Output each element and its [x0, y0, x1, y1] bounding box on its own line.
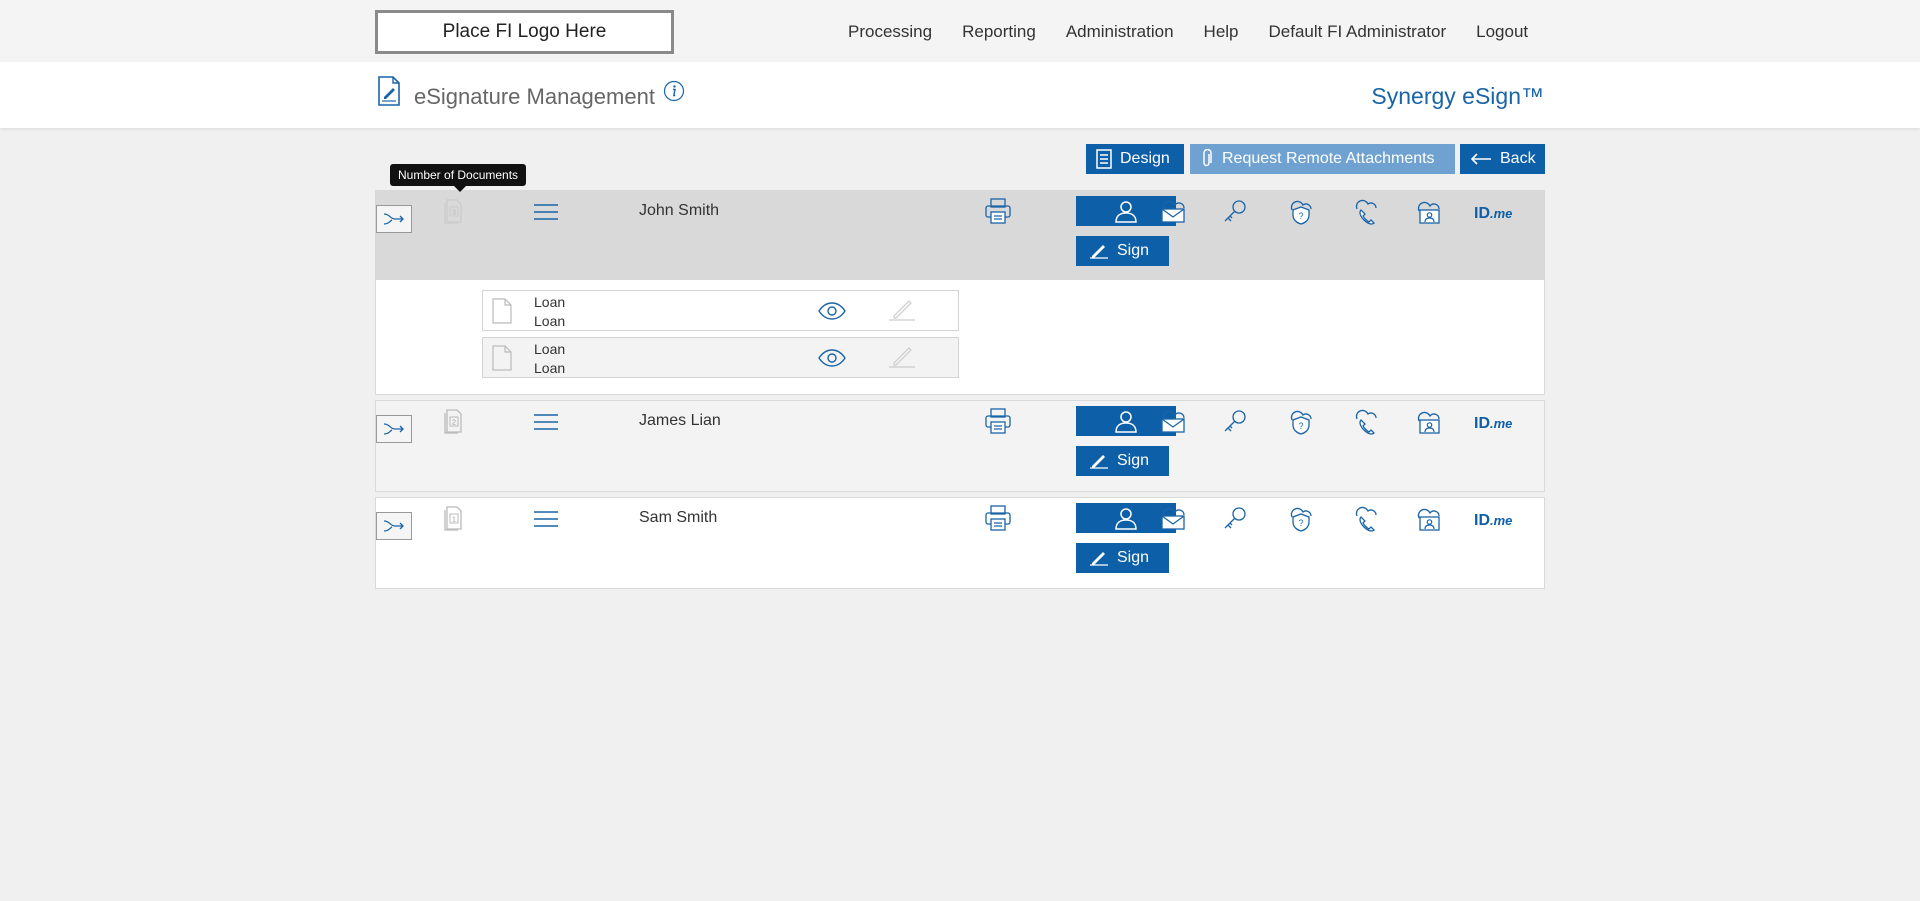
document-name: Loan [534, 294, 566, 310]
view-eye-icon[interactable] [818, 349, 846, 367]
person-icon [1114, 199, 1138, 223]
email-cloud-auth-icon[interactable] [1158, 505, 1188, 531]
idme-auth-button[interactable]: ID.me [1474, 205, 1512, 223]
title-bar: eSignature Management Synergy eSign™ [0, 62, 1920, 128]
documents-panel: Loan Loan Loan Loan [375, 280, 1545, 395]
nav-user-menu[interactable]: Default FI Administrator [1269, 22, 1447, 42]
signer-row[interactable]: 3 John Smith ? ID.me Sign [375, 190, 1545, 280]
request-remote-attachments-label: Request Remote Attachments [1222, 150, 1435, 167]
printer-icon[interactable] [984, 197, 1012, 225]
sign-button[interactable]: Sign [1076, 446, 1169, 476]
shield-question-auth-icon[interactable]: ? [1287, 408, 1315, 436]
document-count: 3 [452, 210, 456, 217]
document-row[interactable]: Loan Loan [482, 290, 959, 331]
esign-document-icon [377, 76, 401, 106]
document-count: 2 [452, 420, 456, 427]
document-count-icon: 3 [442, 199, 464, 225]
number-of-documents-tooltip: Number of Documents [390, 164, 527, 192]
info-icon[interactable] [663, 80, 685, 102]
idme-auth-button[interactable]: ID.me [1474, 415, 1512, 433]
signer-row[interactable]: 2 James Lian ? ID.me Sign [375, 400, 1545, 492]
document-name: Loan [534, 341, 566, 357]
file-icon [491, 345, 513, 371]
printer-icon[interactable] [984, 504, 1012, 532]
nav-reporting[interactable]: Reporting [962, 22, 1036, 42]
hamburger-menu-icon[interactable] [533, 510, 559, 528]
fi-logo-placeholder: Place FI Logo Here [375, 10, 674, 54]
sign-button-label: Sign [1117, 549, 1150, 566]
person-icon [1114, 506, 1138, 530]
paperclip-icon [1200, 149, 1214, 169]
sign-button[interactable]: Sign [1076, 236, 1169, 266]
hamburger-menu-icon[interactable] [533, 413, 559, 431]
svg-text:?: ? [1298, 211, 1303, 221]
sign-button[interactable]: Sign [1076, 543, 1169, 573]
nav-logout[interactable]: Logout [1476, 22, 1528, 42]
design-button[interactable]: Design [1086, 144, 1184, 174]
key-auth-icon[interactable] [1222, 408, 1248, 434]
id-card-auth-icon[interactable] [1415, 198, 1443, 226]
email-cloud-auth-icon[interactable] [1158, 198, 1188, 224]
list-document-icon [1096, 149, 1112, 169]
hamburger-menu-icon[interactable] [533, 203, 559, 221]
idme-auth-button[interactable]: ID.me [1474, 512, 1512, 530]
document-type: Loan [534, 360, 566, 376]
sign-button-label: Sign [1117, 242, 1150, 259]
document-count-icon: 2 [442, 409, 464, 435]
key-auth-icon[interactable] [1222, 505, 1248, 531]
arrow-left-icon [1470, 153, 1492, 165]
nav-help[interactable]: Help [1204, 22, 1239, 42]
document-row[interactable]: Loan Loan [482, 337, 959, 378]
shield-question-auth-icon[interactable]: ? [1287, 198, 1315, 226]
nav-processing[interactable]: Processing [848, 22, 932, 42]
view-eye-icon[interactable] [818, 302, 846, 320]
design-button-label: Design [1120, 150, 1170, 167]
id-card-auth-icon[interactable] [1415, 408, 1443, 436]
signer-name: James Lian [639, 412, 721, 429]
route-button[interactable] [376, 205, 412, 233]
shield-question-auth-icon[interactable]: ? [1287, 505, 1315, 533]
sign-pen-icon [888, 299, 916, 321]
pen-icon [1089, 243, 1109, 259]
nav-administration[interactable]: Administration [1066, 22, 1174, 42]
key-auth-icon[interactable] [1222, 198, 1248, 224]
email-cloud-auth-icon[interactable] [1158, 408, 1188, 434]
phone-auth-icon[interactable] [1352, 408, 1380, 436]
file-icon [491, 298, 513, 324]
signer-name: Sam Smith [639, 509, 718, 526]
document-type: Loan [534, 313, 566, 329]
signer-row[interactable]: 1 Sam Smith ? ID.me Sign [375, 497, 1545, 589]
document-count: 1 [452, 517, 456, 524]
phone-auth-icon[interactable] [1352, 198, 1380, 226]
main-nav: Processing Reporting Administration Help… [848, 22, 1558, 42]
pen-icon [1089, 453, 1109, 469]
svg-text:?: ? [1298, 518, 1303, 528]
signer-name: John Smith [639, 202, 720, 219]
printer-icon[interactable] [984, 407, 1012, 435]
route-button[interactable] [376, 512, 412, 540]
route-button[interactable] [376, 415, 412, 443]
page-title: eSignature Management [414, 84, 655, 109]
action-toolbar: Design Request Remote Attachments Back [0, 144, 1545, 174]
id-card-auth-icon[interactable] [1415, 505, 1443, 533]
person-icon [1114, 409, 1138, 433]
back-button-label: Back [1500, 150, 1536, 167]
document-count-icon: 1 [442, 506, 464, 532]
phone-auth-icon[interactable] [1352, 505, 1380, 533]
request-remote-attachments-button[interactable]: Request Remote Attachments [1190, 144, 1455, 174]
sign-button-label: Sign [1117, 452, 1150, 469]
svg-text:?: ? [1298, 421, 1303, 431]
back-button[interactable]: Back [1460, 144, 1545, 174]
sign-pen-icon [888, 346, 916, 368]
pen-icon [1089, 550, 1109, 566]
product-brand: Synergy eSign™ [1371, 83, 1544, 109]
top-bar: Place FI Logo Here Processing Reporting … [0, 0, 1920, 62]
